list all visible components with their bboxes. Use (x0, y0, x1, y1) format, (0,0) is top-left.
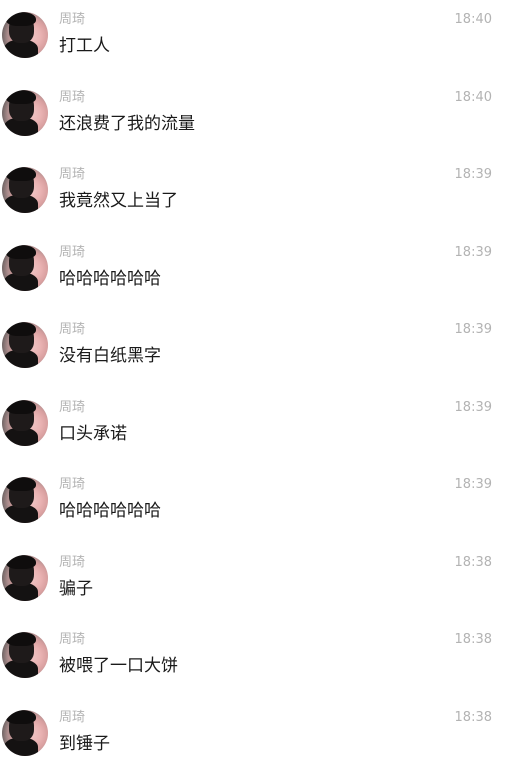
message-item[interactable]: 周琦 18:39 我竟然又上当了 (0, 155, 515, 233)
message-item[interactable]: 周琦 18:40 打工人 (0, 0, 515, 78)
message-time: 18:38 (454, 554, 492, 570)
avatar[interactable] (2, 632, 48, 678)
message-time: 18:39 (454, 167, 492, 182)
message-time: 18:38 (454, 632, 492, 647)
message-time: 18:38 (454, 709, 492, 725)
sender-name: 周琦 (59, 167, 86, 182)
sender-name: 周琦 (59, 632, 86, 647)
message-text: 哈哈哈哈哈哈 (59, 268, 161, 289)
message-time: 18:40 (454, 89, 492, 105)
sender-name: 周琦 (59, 554, 86, 570)
message-item[interactable]: 周琦 18:39 口头承诺 (0, 388, 515, 466)
message-text: 还浪费了我的流量 (59, 113, 195, 134)
message-time: 18:39 (454, 399, 492, 415)
message-item[interactable]: 周琦 18:38 到锤子 (0, 698, 515, 765)
sender-name: 周琦 (59, 12, 86, 27)
message-text: 骗子 (59, 578, 93, 599)
message-text: 到锤子 (59, 733, 110, 754)
message-time: 18:40 (454, 12, 492, 27)
message-time: 18:39 (454, 244, 492, 260)
message-item[interactable]: 周琦 18:38 被喂了一口大饼 (0, 620, 515, 698)
sender-name: 周琦 (59, 709, 86, 725)
sender-name: 周琦 (59, 244, 86, 260)
avatar[interactable] (2, 477, 48, 523)
message-text: 被喂了一口大饼 (59, 656, 178, 676)
avatar[interactable] (2, 89, 48, 136)
message-text: 打工人 (59, 36, 110, 56)
avatar[interactable] (2, 244, 48, 291)
message-text: 口头承诺 (59, 423, 127, 444)
avatar[interactable] (2, 322, 48, 368)
message-item[interactable]: 周琦 18:38 骗子 (0, 543, 515, 621)
sender-name: 周琦 (59, 477, 86, 492)
message-time: 18:39 (454, 477, 492, 492)
message-item[interactable]: 周琦 18:40 还浪费了我的流量 (0, 78, 515, 156)
sender-name: 周琦 (59, 322, 86, 337)
message-item[interactable]: 周琦 18:39 哈哈哈哈哈哈 (0, 233, 515, 311)
message-text: 哈哈哈哈哈哈 (59, 501, 161, 521)
message-text: 我竟然又上当了 (59, 191, 178, 211)
message-time: 18:39 (454, 322, 492, 337)
message-item[interactable]: 周琦 18:39 哈哈哈哈哈哈 (0, 465, 515, 543)
avatar[interactable] (2, 709, 48, 756)
sender-name: 周琦 (59, 399, 86, 415)
sender-name: 周琦 (59, 89, 86, 105)
message-item[interactable]: 周琦 18:39 没有白纸黑字 (0, 310, 515, 388)
message-text: 没有白纸黑字 (59, 346, 161, 366)
avatar[interactable] (2, 399, 48, 446)
avatar[interactable] (2, 554, 48, 601)
avatar[interactable] (2, 167, 48, 213)
message-list: 周琦 18:40 打工人 周琦 18:40 还浪费了我的流量 周琦 18:39 … (0, 0, 515, 765)
avatar[interactable] (2, 12, 48, 58)
